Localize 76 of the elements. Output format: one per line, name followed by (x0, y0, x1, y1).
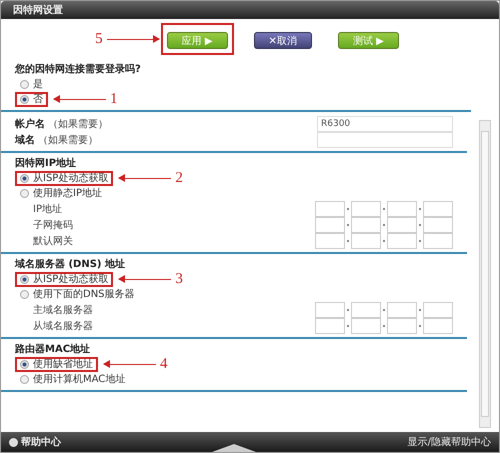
callout-number: 5 (95, 30, 103, 48)
input-field[interactable] (387, 318, 417, 334)
input-field[interactable] (423, 302, 453, 318)
callout-number: 3 (175, 271, 183, 288)
dot-separator (383, 208, 385, 210)
callout-number: 2 (175, 170, 183, 187)
radio-option[interactable]: 是 (15, 77, 48, 92)
dot-separator (419, 309, 421, 311)
radio-option[interactable]: 使用计算机MAC地址 (15, 372, 130, 387)
dot-separator (347, 325, 349, 327)
section-title: 因特网IP地址 (15, 157, 78, 170)
callout-number: 1 (110, 91, 118, 108)
dot-separator (347, 309, 349, 311)
input-field[interactable]: R6300 (317, 116, 453, 132)
input-field[interactable] (317, 132, 453, 148)
radio-button[interactable] (20, 189, 29, 198)
input-field[interactable] (315, 217, 345, 233)
expand-icon[interactable] (212, 444, 256, 452)
section-title: 域名服务器 (DNS) 地址 (15, 258, 126, 271)
radio-button[interactable] (20, 80, 29, 89)
input-field[interactable] (423, 217, 453, 233)
radio-option[interactable]: 从ISP处动态获取 (15, 272, 114, 287)
dot-separator (347, 208, 349, 210)
section-title: 您的因特网连接需要登录吗? (15, 63, 142, 76)
field-label: 从域名服务器 (33, 320, 93, 333)
field-label: IP地址 (33, 202, 62, 216)
radio-option[interactable]: 否 (15, 92, 48, 107)
input-field[interactable] (387, 233, 417, 249)
field-label: 子网掩码 (33, 219, 73, 232)
dot-separator (383, 325, 385, 327)
input-field[interactable] (351, 233, 381, 249)
dot-separator (419, 325, 421, 327)
help-toggle-link[interactable]: 显示/隐藏帮助中心 (408, 435, 491, 449)
scrollbar[interactable] (479, 120, 491, 428)
input-field[interactable] (387, 217, 417, 233)
input-field[interactable] (387, 302, 417, 318)
dot-separator (419, 224, 421, 226)
input-field[interactable] (351, 217, 381, 233)
radio-option[interactable]: 使用下面的DNS服务器 (15, 287, 140, 302)
input-field[interactable] (351, 318, 381, 334)
input-field[interactable] (315, 201, 345, 217)
dot-separator (419, 208, 421, 210)
radio-option[interactable]: 使用静态IP地址 (15, 186, 107, 201)
callout-number: 4 (160, 356, 168, 373)
field-label: 帐户名 （如果需要） (15, 117, 108, 131)
field-label: 主域名服务器 (33, 304, 93, 317)
field-label: 域名 （如果需要） (15, 134, 98, 147)
radio-button[interactable] (20, 375, 29, 384)
field-label: 默认网关 (33, 234, 73, 248)
cancel-button[interactable]: ✕取消 (254, 32, 312, 50)
dot-separator (347, 240, 349, 242)
radio-button[interactable] (20, 275, 29, 284)
input-field[interactable] (351, 302, 381, 318)
input-field[interactable] (423, 201, 453, 217)
input-field[interactable] (351, 201, 381, 217)
radio-button[interactable] (20, 290, 29, 299)
input-field[interactable] (315, 302, 345, 318)
dot-separator (383, 240, 385, 242)
input-field[interactable] (315, 318, 345, 334)
dot-separator (347, 224, 349, 226)
radio-button[interactable] (20, 95, 29, 104)
radio-option[interactable]: 使用缺省地址 (15, 357, 98, 372)
radio-option[interactable]: 从ISP处动态获取 (15, 171, 114, 186)
radio-button[interactable] (20, 360, 29, 369)
input-field[interactable] (423, 318, 453, 334)
dot-separator (419, 240, 421, 242)
input-field[interactable] (387, 201, 417, 217)
dot-separator (383, 309, 385, 311)
help-link[interactable]: 帮助中心 (9, 435, 61, 449)
input-field[interactable] (423, 233, 453, 249)
radio-button[interactable] (20, 174, 29, 183)
dot-separator (383, 224, 385, 226)
input-field[interactable] (315, 233, 345, 249)
window-title: 因特网设置 (13, 4, 63, 17)
help-icon (9, 438, 18, 446)
section-title: 路由器MAC地址 (15, 343, 92, 356)
